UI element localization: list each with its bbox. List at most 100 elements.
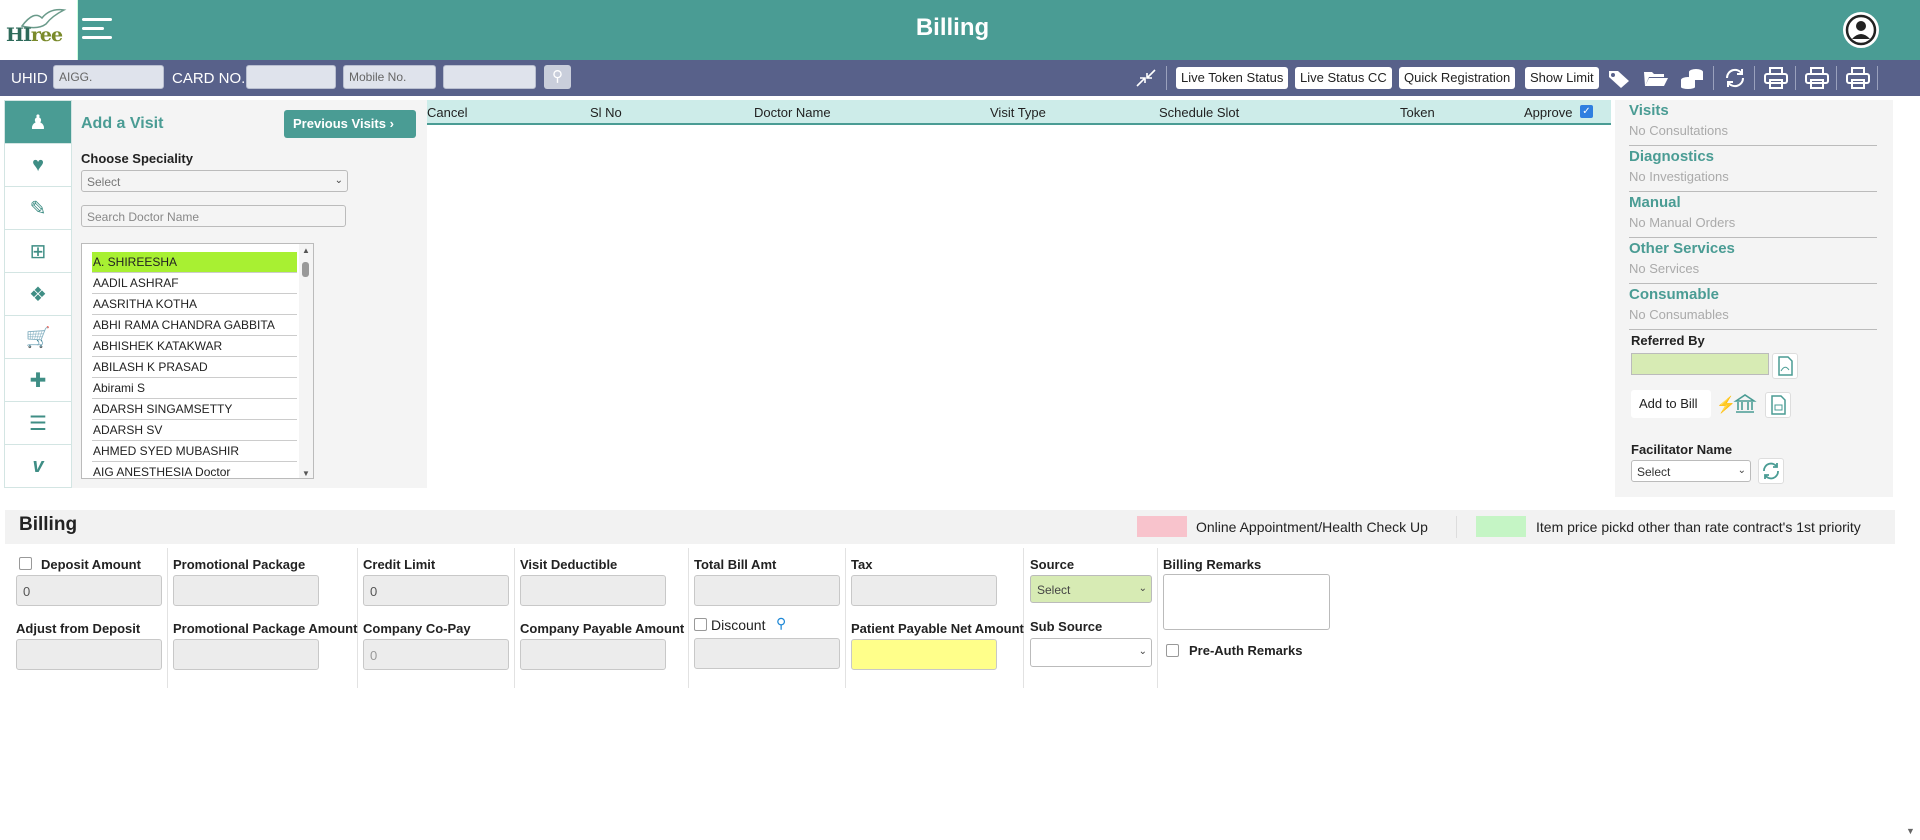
sidebar-item-vimeo[interactable]: v bbox=[5, 445, 71, 488]
print-icon-1[interactable] bbox=[1762, 66, 1790, 90]
pdf-file-icon[interactable] bbox=[1772, 353, 1798, 379]
summary-title: Consumable bbox=[1629, 286, 1720, 303]
refresh-icon[interactable] bbox=[1721, 66, 1749, 90]
print-icon-2[interactable] bbox=[1803, 66, 1831, 90]
sidebar-item-manual[interactable]: ✎ bbox=[5, 187, 71, 230]
sidebar-item-add[interactable]: ⊞ bbox=[5, 230, 71, 273]
user-avatar-icon[interactable] bbox=[1843, 12, 1879, 48]
pre-auth-checkbox[interactable] bbox=[1166, 644, 1179, 657]
summary-other-services[interactable]: Other Services No Services bbox=[1629, 238, 1877, 284]
visit-deductible-label: Visit Deductible bbox=[520, 557, 618, 572]
page-title: Billing bbox=[915, 14, 990, 41]
list-item[interactable]: AHMED SYED MUBASHIR bbox=[92, 441, 297, 462]
company-copay-input[interactable]: 0 bbox=[363, 639, 509, 670]
chevron-right-icon: › bbox=[389, 116, 394, 131]
mobile-no-input[interactable]: Mobile No. bbox=[343, 65, 436, 89]
deposit-amount-checkbox[interactable] bbox=[19, 557, 32, 570]
live-status-cc-button[interactable]: Live Status CC bbox=[1295, 67, 1392, 89]
list-item[interactable]: ABHISHEK KATAKWAR bbox=[92, 336, 297, 357]
vimeo-icon: v bbox=[32, 455, 44, 477]
list-item[interactable]: AADIL ASHRAF bbox=[92, 273, 297, 294]
promotional-package-amount-input[interactable] bbox=[173, 639, 319, 670]
speciality-select-value: Select bbox=[87, 175, 121, 189]
discount-input[interactable] bbox=[694, 638, 840, 669]
doctor-list-scrollbar[interactable]: ▲ ▼ bbox=[299, 244, 313, 478]
list-item[interactable]: Abirami S bbox=[92, 378, 297, 399]
card-no-input[interactable] bbox=[246, 65, 336, 89]
summary-diagnostics[interactable]: Diagnostics No Investigations bbox=[1629, 146, 1877, 192]
quick-registration-button[interactable]: Quick Registration bbox=[1399, 67, 1516, 89]
approve-all-checkbox[interactable]: ✓ bbox=[1580, 105, 1593, 118]
page-scroll-down-icon[interactable]: ▼ bbox=[1906, 826, 1915, 836]
sidebar-item-visits[interactable]: ♟ bbox=[5, 101, 71, 144]
promotional-package-label: Promotional Package bbox=[173, 557, 306, 572]
tags-icon[interactable] bbox=[1606, 66, 1634, 90]
list-item[interactable]: ADARSH SINGAMSETTY bbox=[92, 399, 297, 420]
referred-by-input[interactable] bbox=[1631, 353, 1769, 375]
coins-icon[interactable] bbox=[1678, 66, 1706, 90]
left-icon-sidebar: ♟ ♥ ✎ ⊞ ❖ 🛒 ✚ ☰ v bbox=[4, 100, 72, 488]
source-label: Source bbox=[1030, 557, 1075, 572]
add-to-bill-button[interactable]: Add to Bill bbox=[1631, 390, 1711, 418]
sidebar-item-list[interactable]: ☰ bbox=[5, 402, 71, 445]
adjust-from-deposit-input[interactable] bbox=[16, 639, 162, 670]
discount-checkbox[interactable] bbox=[694, 618, 707, 631]
sub-source-select[interactable]: ⌄ bbox=[1030, 638, 1152, 667]
sidebar-item-cart[interactable]: 🛒 bbox=[5, 316, 71, 359]
pre-auth-remarks-label: Pre-Auth Remarks bbox=[1189, 643, 1303, 658]
uhid-input[interactable]: AIGG. bbox=[53, 65, 164, 89]
chevron-down-icon: ⌄ bbox=[1737, 465, 1746, 476]
show-limit-button[interactable]: Show Limit bbox=[1525, 67, 1599, 89]
live-token-status-button[interactable]: Live Token Status bbox=[1176, 67, 1289, 89]
list-item[interactable]: AIG ANESTHESIA Doctor bbox=[92, 462, 297, 478]
facilitator-select-value: Select bbox=[1637, 465, 1671, 479]
list-item[interactable]: ABHI RAMA CHANDRA GABBITA bbox=[92, 315, 297, 336]
folder-open-icon[interactable] bbox=[1642, 66, 1670, 90]
discount-search-icon[interactable]: ⚲ bbox=[776, 615, 786, 632]
doctor-search-input[interactable]: Search Doctor Name bbox=[81, 205, 346, 227]
sidebar-item-gift[interactable]: ❖ bbox=[5, 273, 71, 316]
summary-subtitle: No Consultations bbox=[1629, 123, 1728, 138]
print-icon-3[interactable] bbox=[1844, 66, 1872, 90]
previous-visits-button[interactable]: Previous Visits › bbox=[284, 110, 416, 138]
patient-payable-input[interactable] bbox=[851, 639, 997, 670]
sidebar-item-vitals[interactable]: ♥ bbox=[5, 144, 71, 187]
summary-consumable[interactable]: Consumable No Consumables bbox=[1629, 284, 1877, 330]
mobile-value-input[interactable] bbox=[443, 65, 536, 89]
company-copay-label: Company Co-Pay bbox=[363, 621, 471, 636]
list-item[interactable]: ABILASH K PRASAD bbox=[92, 357, 297, 378]
total-bill-amt-input[interactable] bbox=[694, 575, 840, 606]
bank-icon[interactable] bbox=[1733, 392, 1759, 418]
collapse-icon[interactable] bbox=[1132, 66, 1160, 90]
total-bill-amt-label: Total Bill Amt bbox=[694, 557, 777, 572]
summary-title: Diagnostics bbox=[1629, 148, 1715, 165]
list-item[interactable]: A. SHIREESHA bbox=[92, 252, 297, 273]
source-select[interactable]: Select ⌄ bbox=[1030, 575, 1152, 603]
doctor-list[interactable]: A. SHIREESHA AADIL ASHRAF AASRITHA KOTHA… bbox=[81, 243, 314, 479]
scroll-up-icon[interactable]: ▲ bbox=[302, 246, 310, 255]
summary-visits[interactable]: Visits No Consultations bbox=[1629, 100, 1877, 146]
facilitator-select[interactable]: Select ⌄ bbox=[1631, 460, 1751, 482]
summary-subtitle: No Consumables bbox=[1629, 307, 1729, 322]
sub-source-label: Sub Source bbox=[1030, 619, 1103, 634]
promotional-package-input[interactable] bbox=[173, 575, 319, 606]
list-item[interactable]: ADARSH SV bbox=[92, 420, 297, 441]
list-item[interactable]: AASRITHA KOTHA bbox=[92, 294, 297, 315]
summary-title: Visits bbox=[1629, 102, 1669, 119]
company-payable-input[interactable] bbox=[520, 639, 666, 670]
speciality-select[interactable]: Select ⌄ bbox=[81, 170, 348, 192]
document-icon[interactable] bbox=[1765, 392, 1791, 418]
cart-icon: 🛒 bbox=[25, 326, 51, 349]
billing-remarks-textarea[interactable] bbox=[1163, 574, 1330, 630]
credit-limit-input[interactable]: 0 bbox=[363, 575, 509, 606]
sidebar-item-medkit[interactable]: ✚ bbox=[5, 359, 71, 402]
tax-input[interactable] bbox=[851, 575, 997, 606]
legend-price-text: Item price pickd other than rate contrac… bbox=[1536, 519, 1861, 535]
visit-deductible-input[interactable] bbox=[520, 575, 666, 606]
refresh-icon[interactable] bbox=[1758, 458, 1784, 484]
deposit-amount-input[interactable]: 0 bbox=[16, 575, 162, 606]
scrollbar-thumb[interactable] bbox=[302, 262, 309, 277]
scroll-down-icon[interactable]: ▼ bbox=[302, 469, 310, 478]
summary-manual[interactable]: Manual No Manual Orders bbox=[1629, 192, 1877, 238]
search-icon[interactable]: ⚲ bbox=[544, 65, 571, 89]
